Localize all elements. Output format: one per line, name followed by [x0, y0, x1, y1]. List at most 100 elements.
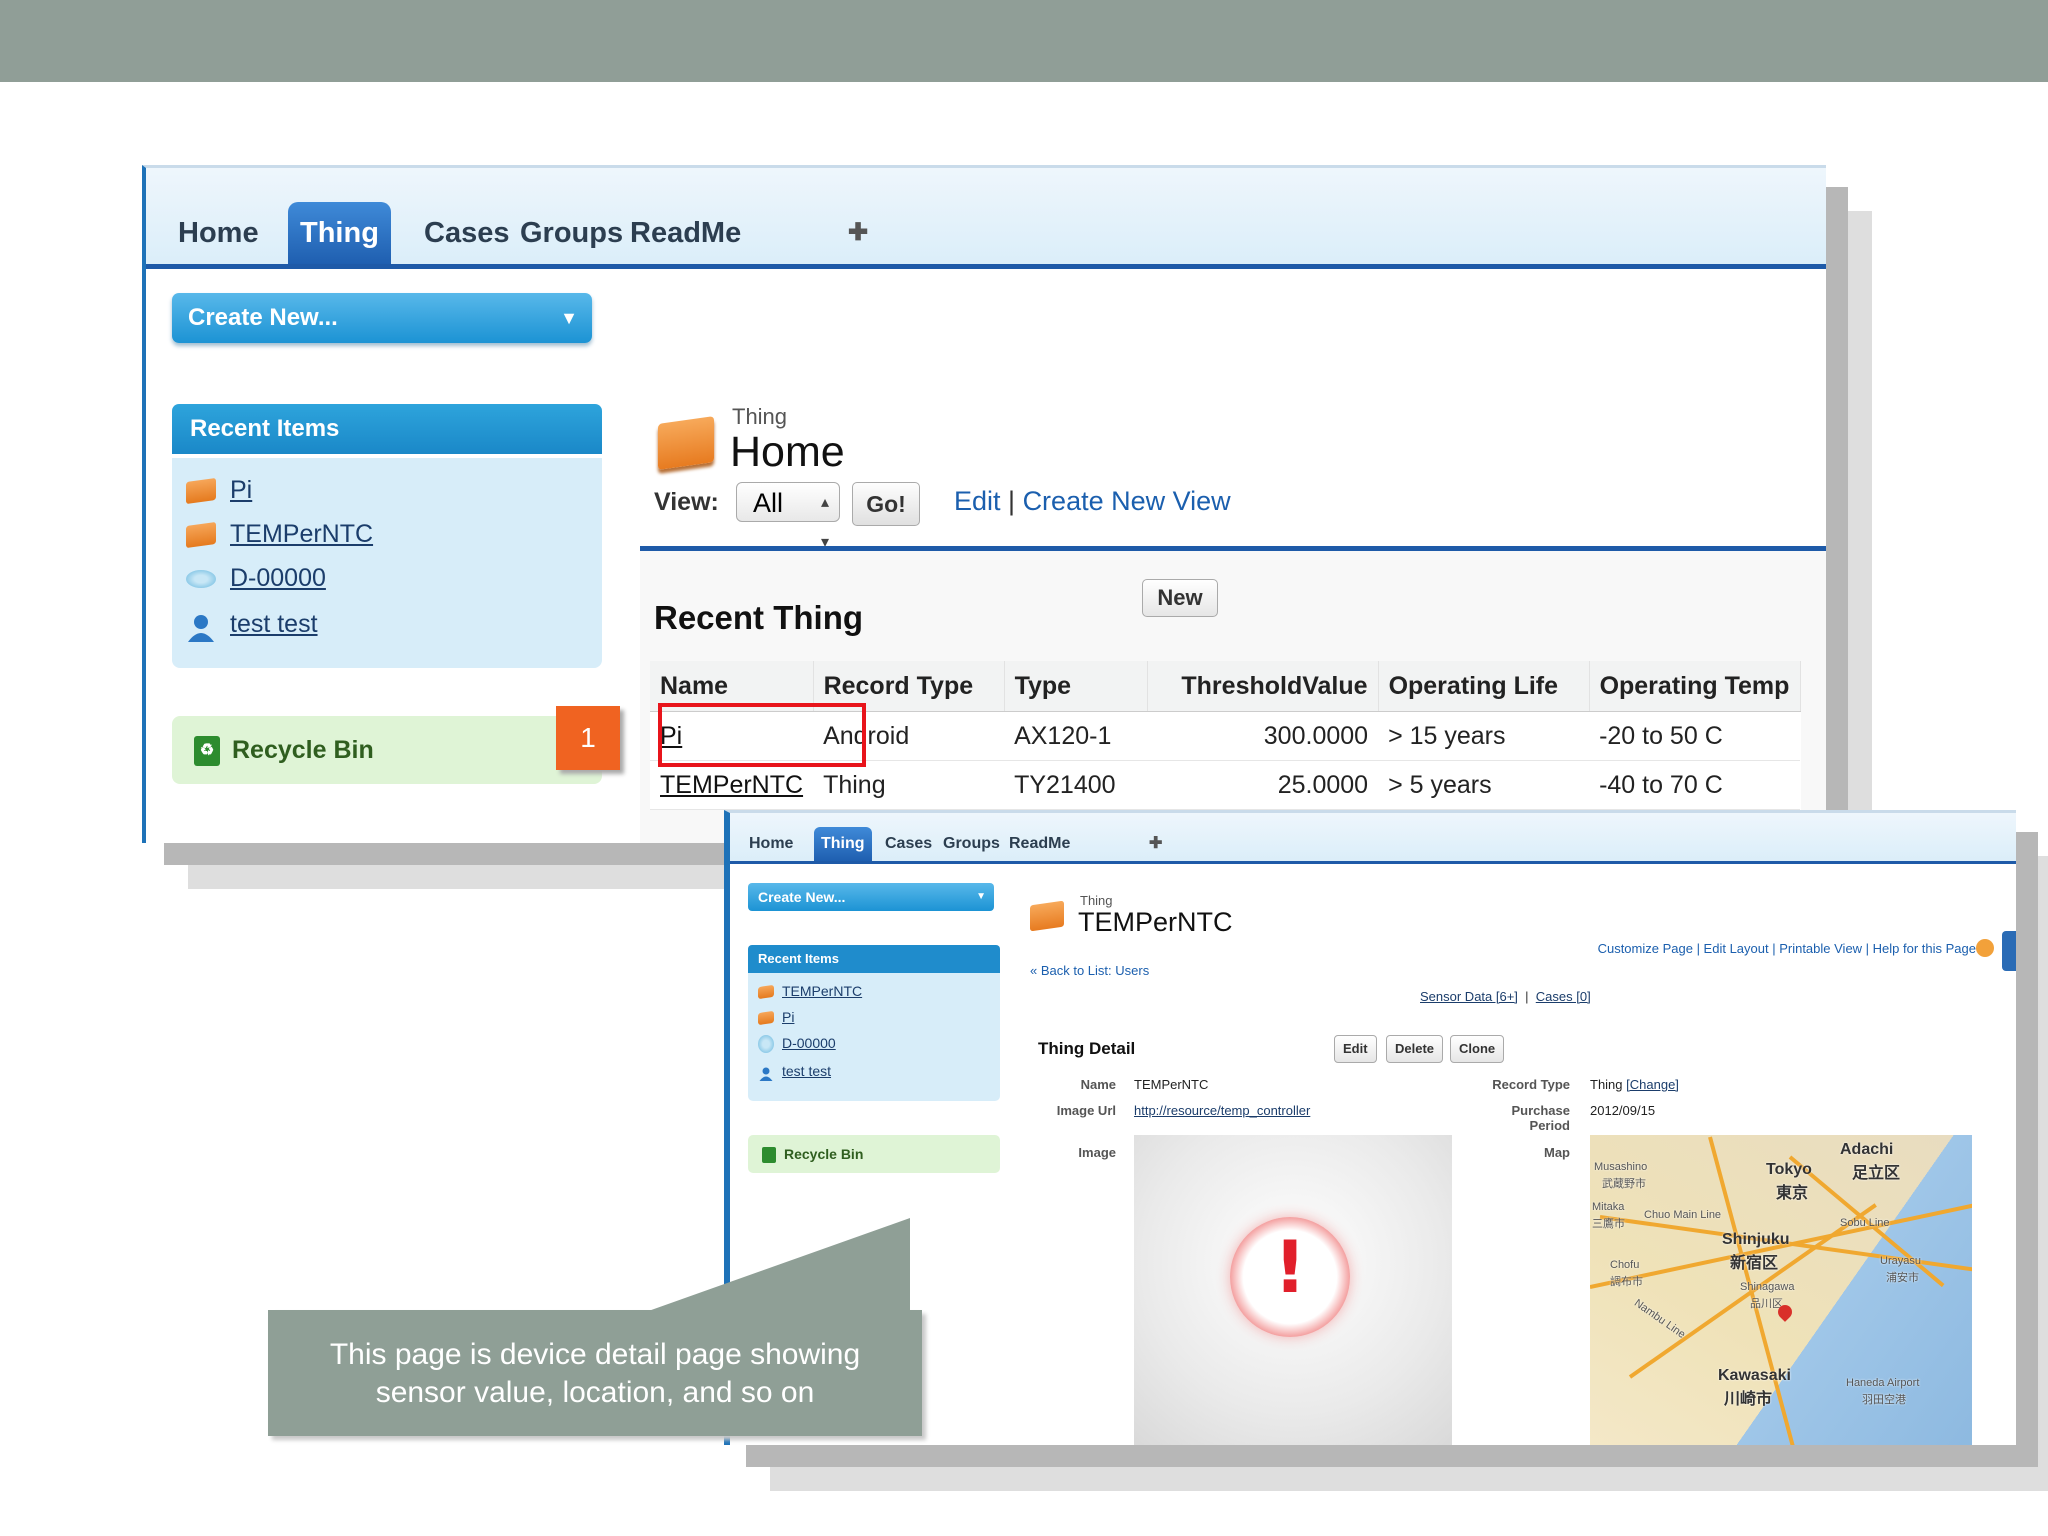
image-url-link[interactable]: http://resource/temp_controller: [1134, 1103, 1310, 1118]
delete-button[interactable]: Delete: [1386, 1035, 1444, 1063]
recent-item-label: Pi: [230, 476, 253, 504]
map-label: 三鷹市: [1592, 1218, 1625, 1230]
map-label: 新宿区: [1730, 1255, 1779, 1272]
map-label: Nambu Line: [1631, 1297, 1688, 1341]
recent-item-label: test test: [782, 1063, 832, 1079]
column-header[interactable]: ThresholdValue: [1147, 661, 1379, 712]
map-label: Chofu: [1610, 1259, 1640, 1271]
edit-view-link[interactable]: Edit: [954, 486, 1001, 516]
tab-readme[interactable]: ReadMe: [1002, 827, 1077, 861]
recent-items-header: Recent Items: [172, 404, 602, 454]
thing-icon: [758, 985, 774, 1000]
tab-cases[interactable]: Cases: [412, 202, 521, 264]
change-record-type-link[interactable]: [Change]: [1626, 1077, 1679, 1092]
page-subtitle: Thing: [1080, 893, 1113, 908]
cases-link[interactable]: Cases [0]: [1536, 989, 1591, 1004]
map-label: Mitaka: [1592, 1201, 1625, 1213]
map-label: Chuo Main Line: [1644, 1209, 1722, 1221]
thing-icon: [186, 478, 216, 505]
tab-thing[interactable]: Thing: [288, 202, 391, 264]
callout-line-1: This page is device detail page showing: [329, 1338, 861, 1371]
view-select-value: All: [753, 488, 784, 518]
create-new-button[interactable]: Create New... ▼: [172, 293, 592, 343]
recent-item-pi[interactable]: Pi: [186, 470, 252, 510]
callout-pointer: [640, 1218, 910, 1314]
help-icon[interactable]: [1976, 939, 1994, 957]
recycle-bin-link[interactable]: ♻ Recycle Bin: [172, 716, 602, 784]
name-cell[interactable]: TEMPerNTC: [650, 760, 814, 810]
column-header[interactable]: Type: [1004, 661, 1148, 712]
related-list-links: Sensor Data [6+] | Cases [0]: [1420, 989, 1591, 1004]
tab-readme[interactable]: ReadMe: [618, 202, 753, 264]
recycle-bin-link[interactable]: Recycle Bin: [748, 1135, 1000, 1173]
map-label: Sobu Line: [1840, 1217, 1890, 1229]
table-cell: AX120-1: [1004, 711, 1148, 761]
edit-button[interactable]: Edit: [1334, 1035, 1377, 1063]
clone-button[interactable]: Clone: [1450, 1035, 1505, 1063]
column-header[interactable]: Operating Temp: [1589, 661, 1801, 712]
view-label: View:: [654, 488, 719, 516]
image-label: Image: [1078, 1145, 1116, 1160]
table-row: TEMPerNTC Thing TY21400 25.0000 > 5 year…: [650, 760, 1801, 810]
location-map[interactable]: Adachi 足立区 Tokyo 東京 Musashino 武蔵野市 Mitak…: [1590, 1135, 1972, 1445]
tab-home[interactable]: Home: [166, 202, 271, 264]
thing-link[interactable]: TEMPerNTC: [660, 771, 803, 799]
tab-cases[interactable]: Cases: [878, 827, 939, 861]
link-separator: |: [1008, 486, 1023, 516]
purchase-period-label: Purchase Period: [1511, 1103, 1570, 1133]
map-label: 浦安市: [1886, 1272, 1919, 1284]
thing-icon: [758, 1011, 774, 1026]
map-label: Haneda Airport: [1846, 1377, 1920, 1389]
create-new-button[interactable]: Create New... ▼: [748, 883, 994, 911]
new-button[interactable]: New: [1142, 579, 1218, 617]
thing-icon: [186, 522, 216, 549]
highlight-box: [658, 703, 866, 767]
tab-groups[interactable]: Groups: [936, 827, 1007, 861]
user-icon: [186, 614, 216, 643]
step-number-badge: 1: [556, 706, 620, 770]
recent-item[interactable]: D-00000: [758, 1033, 836, 1054]
recent-item-test-test[interactable]: test test: [186, 604, 318, 644]
add-tab-icon[interactable]: ✚: [1142, 827, 1169, 861]
record-type-label: Record Type: [1492, 1077, 1570, 1092]
map-label: Kawasaki: [1718, 1367, 1791, 1384]
recent-item[interactable]: TEMPerNTC: [758, 981, 862, 1001]
recent-item-d00000[interactable]: D-00000: [186, 558, 326, 598]
record-type-value: Thing [Change]: [1590, 1077, 1679, 1092]
create-new-view-link[interactable]: Create New View: [1023, 486, 1231, 516]
user-icon: [758, 1066, 774, 1082]
tab-groups[interactable]: Groups: [508, 202, 635, 264]
table-cell: -20 to 50 C: [1589, 711, 1801, 761]
recent-item-label: D-00000: [782, 1035, 836, 1051]
recent-item[interactable]: test test: [758, 1061, 832, 1082]
column-header[interactable]: Operating Life: [1378, 661, 1590, 712]
recent-item-tempernTC[interactable]: TEMPerNTC: [186, 514, 373, 554]
recent-item[interactable]: Pi: [758, 1007, 794, 1027]
back-to-list-link[interactable]: « Back to List: Users: [1030, 963, 1149, 978]
sidebar-toggle-handle[interactable]: [2002, 931, 2016, 971]
purchase-period-value: 2012/09/15: [1590, 1103, 1656, 1118]
record-type-text: Thing: [1590, 1077, 1623, 1092]
tab-home[interactable]: Home: [742, 827, 800, 861]
sensor-data-link[interactable]: Sensor Data [6+]: [1420, 989, 1518, 1004]
add-tab-icon[interactable]: ✚: [836, 202, 880, 264]
recycle-bin-label: Recycle Bin: [784, 1146, 864, 1162]
create-new-label: Create New...: [188, 304, 338, 331]
name-value: TEMPerNTC: [1134, 1077, 1209, 1092]
top-banner: [0, 0, 2048, 82]
go-button[interactable]: Go!: [852, 482, 920, 526]
annotation-callout: This page is device detail page showing …: [268, 1310, 922, 1436]
map-label: Musashino: [1594, 1161, 1648, 1173]
tab-thing[interactable]: Thing: [814, 827, 872, 861]
tab-bar: Home Thing Cases Groups ReadMe ✚: [730, 813, 2016, 864]
help-links[interactable]: Customize Page | Edit Layout | Printable…: [1598, 941, 1976, 956]
disc-icon: [186, 570, 216, 589]
disc-icon: [758, 1035, 774, 1054]
recent-items-list: Pi TEMPerNTC D-00000 test test: [172, 458, 602, 668]
link-separator: |: [1521, 989, 1536, 1004]
view-select[interactable]: All ▴ ▾: [736, 482, 840, 551]
recent-thing-title: Recent Thing: [654, 599, 864, 636]
recent-items-header: Recent Items: [748, 945, 1000, 973]
recent-item-label: TEMPerNTC: [230, 520, 374, 548]
map-label: 川崎市: [1724, 1391, 1773, 1408]
